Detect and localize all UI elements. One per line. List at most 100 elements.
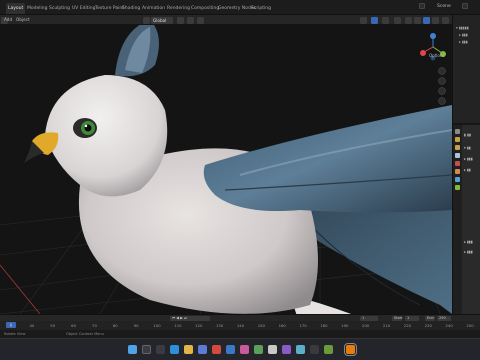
tab-layout[interactable]: Layout: [6, 3, 26, 14]
output-tab-icon[interactable]: [455, 145, 460, 150]
properties-row[interactable]: ▸ ▮▮: [464, 168, 471, 173]
end-label: End: [425, 316, 435, 321]
blender-icon[interactable]: [344, 343, 357, 356]
timeline-tick-label: 210: [382, 323, 391, 328]
end-frame-field[interactable]: 250: [437, 316, 451, 321]
object-tab-icon[interactable]: [455, 169, 460, 174]
timeline[interactable]: ⏮ ◀ ▶ ⏭ 1 Start 1 End 250 1 0 40 50 60 70 80 9…: [0, 314, 480, 330]
tab-animation[interactable]: Animation: [140, 3, 167, 14]
timeline-tick-label: 110: [174, 323, 182, 328]
tab-rendering[interactable]: Rendering: [165, 3, 192, 14]
scene-tab-icon[interactable]: [455, 161, 460, 166]
timeline-tick-label: 170: [299, 323, 307, 328]
timeline-tick-label: 180: [320, 323, 328, 328]
chrome-icon[interactable]: [212, 345, 221, 354]
visibility-icon[interactable]: [360, 17, 367, 24]
timeline-tick-label: 250: [466, 323, 474, 328]
view-layer-icon[interactable]: [462, 3, 468, 9]
blender-window: Layout Modeling Sculpting UV Editing Tex…: [0, 0, 480, 360]
status-context-menu: Object Context Menu: [66, 332, 104, 336]
tab-modeling[interactable]: Modeling: [25, 3, 49, 14]
app-icon[interactable]: [324, 345, 333, 354]
timeline-tick-label: 40: [29, 323, 35, 328]
transform-orientation-dropdown[interactable]: Global: [151, 17, 173, 24]
explorer-icon[interactable]: [184, 345, 193, 354]
playback-controls[interactable]: ⏮ ◀ ▶ ⏭: [170, 316, 210, 321]
timeline-tick-label: 120: [195, 323, 203, 328]
timeline-tick-label: 140: [236, 323, 245, 328]
status-rotate-view: Rotate View: [4, 332, 26, 336]
store-icon[interactable]: [198, 345, 207, 354]
upper-wing: [203, 105, 452, 213]
properties-row[interactable]: ▾ ▮▮: [464, 146, 471, 151]
tab-shading[interactable]: Shading: [120, 3, 142, 14]
timeline-tick-label: 150: [257, 323, 265, 328]
timeline-tick-label: 160: [278, 323, 286, 328]
start-frame-field[interactable]: 1: [405, 316, 419, 321]
photos-icon[interactable]: [240, 345, 249, 354]
search-icon[interactable]: [142, 345, 151, 354]
options-dropdown[interactable]: Options: [429, 53, 444, 58]
status-bar: Rotate View Object Context Menu: [0, 330, 480, 338]
windows-icon[interactable]: [128, 345, 137, 354]
timeline-tick-label: 70: [92, 323, 97, 328]
timeline-tick-label: 220: [403, 323, 412, 328]
tab-scripting[interactable]: Scripting: [249, 3, 273, 14]
properties-row[interactable]: ▸ ▮▮▮: [464, 157, 473, 162]
proportional-edit-icon[interactable]: [197, 17, 204, 24]
properties-row[interactable]: ▸ ▮▮▮: [464, 240, 473, 245]
modifier-tab-icon[interactable]: [455, 177, 460, 182]
xray-icon[interactable]: [394, 17, 401, 24]
app-icon[interactable]: [296, 345, 305, 354]
outliner-collection[interactable]: ▸ ▮▮▮: [459, 33, 468, 38]
scene-name[interactable]: Scene: [437, 4, 451, 9]
outliner: ▾ ▮▮▮▮▮ ▸ ▮▮▮ ▸ ▮▮▮: [452, 15, 480, 123]
timeline-tick-label: 100: [153, 323, 161, 328]
edge-icon[interactable]: [170, 345, 179, 354]
timeline-tick-label: 60: [71, 323, 76, 328]
shading-rendered-icon[interactable]: [432, 17, 439, 24]
timeline-tick-label: 50: [50, 323, 56, 328]
timeline-tick-label: 200: [362, 323, 370, 328]
snap-icon[interactable]: [187, 17, 194, 24]
shading-solid-icon[interactable]: [414, 17, 421, 24]
properties-row[interactable]: ▸ ▮▮▮: [464, 250, 473, 255]
app-icon[interactable]: [310, 345, 319, 354]
mail-icon[interactable]: [226, 345, 235, 354]
viewport-header: Add Object Global: [0, 15, 452, 25]
app-icon[interactable]: [282, 345, 291, 354]
bird-head: [45, 75, 168, 197]
tab-sculpting[interactable]: Sculpting: [47, 3, 72, 14]
workspace-bar: Layout Modeling Sculpting UV Editing Tex…: [0, 0, 480, 15]
view-layer-tab-icon[interactable]: [455, 153, 460, 158]
properties-row[interactable]: ▮ ▮▮: [464, 133, 471, 138]
app-icon[interactable]: [268, 345, 277, 354]
menu-object[interactable]: Object: [16, 17, 30, 23]
render-tab-icon[interactable]: [455, 137, 460, 142]
outliner-scene-collection[interactable]: ▾ ▮▮▮▮▮: [456, 26, 469, 31]
timeline-tick-label: 90: [133, 323, 139, 328]
timeline-controls: ⏮ ◀ ▶ ⏭ 1 Start 1 End 250: [0, 315, 480, 321]
shading-options-icon[interactable]: [442, 17, 449, 24]
gizmo-toggle-icon[interactable]: [371, 17, 378, 24]
current-frame-field[interactable]: 1: [360, 316, 378, 321]
3d-viewport[interactable]: Options: [0, 25, 452, 314]
pivot-icon[interactable]: [177, 17, 184, 24]
overlay-icon[interactable]: [382, 17, 389, 24]
outliner-object[interactable]: ▸ ▮▮▮: [459, 40, 468, 45]
shading-material-icon[interactable]: [423, 17, 430, 24]
app-icon[interactable]: [254, 345, 263, 354]
timeline-tick-label: 190: [341, 323, 349, 328]
timeline-tick-label: 230: [424, 323, 432, 328]
orientation-icon[interactable]: [143, 17, 150, 24]
windows-taskbar: [0, 338, 480, 360]
scene-selector-icon[interactable]: [419, 3, 425, 9]
menu-add[interactable]: Add: [4, 17, 12, 23]
task-view-icon[interactable]: [156, 345, 165, 354]
timeline-tick-label: 80: [112, 323, 118, 328]
tool-tab-icon[interactable]: [455, 129, 460, 134]
shading-wire-icon[interactable]: [405, 17, 412, 24]
viewport-nav-buttons: [438, 67, 446, 105]
material-tab-icon[interactable]: [455, 185, 460, 190]
timeline-tick-label: 240: [445, 323, 453, 328]
